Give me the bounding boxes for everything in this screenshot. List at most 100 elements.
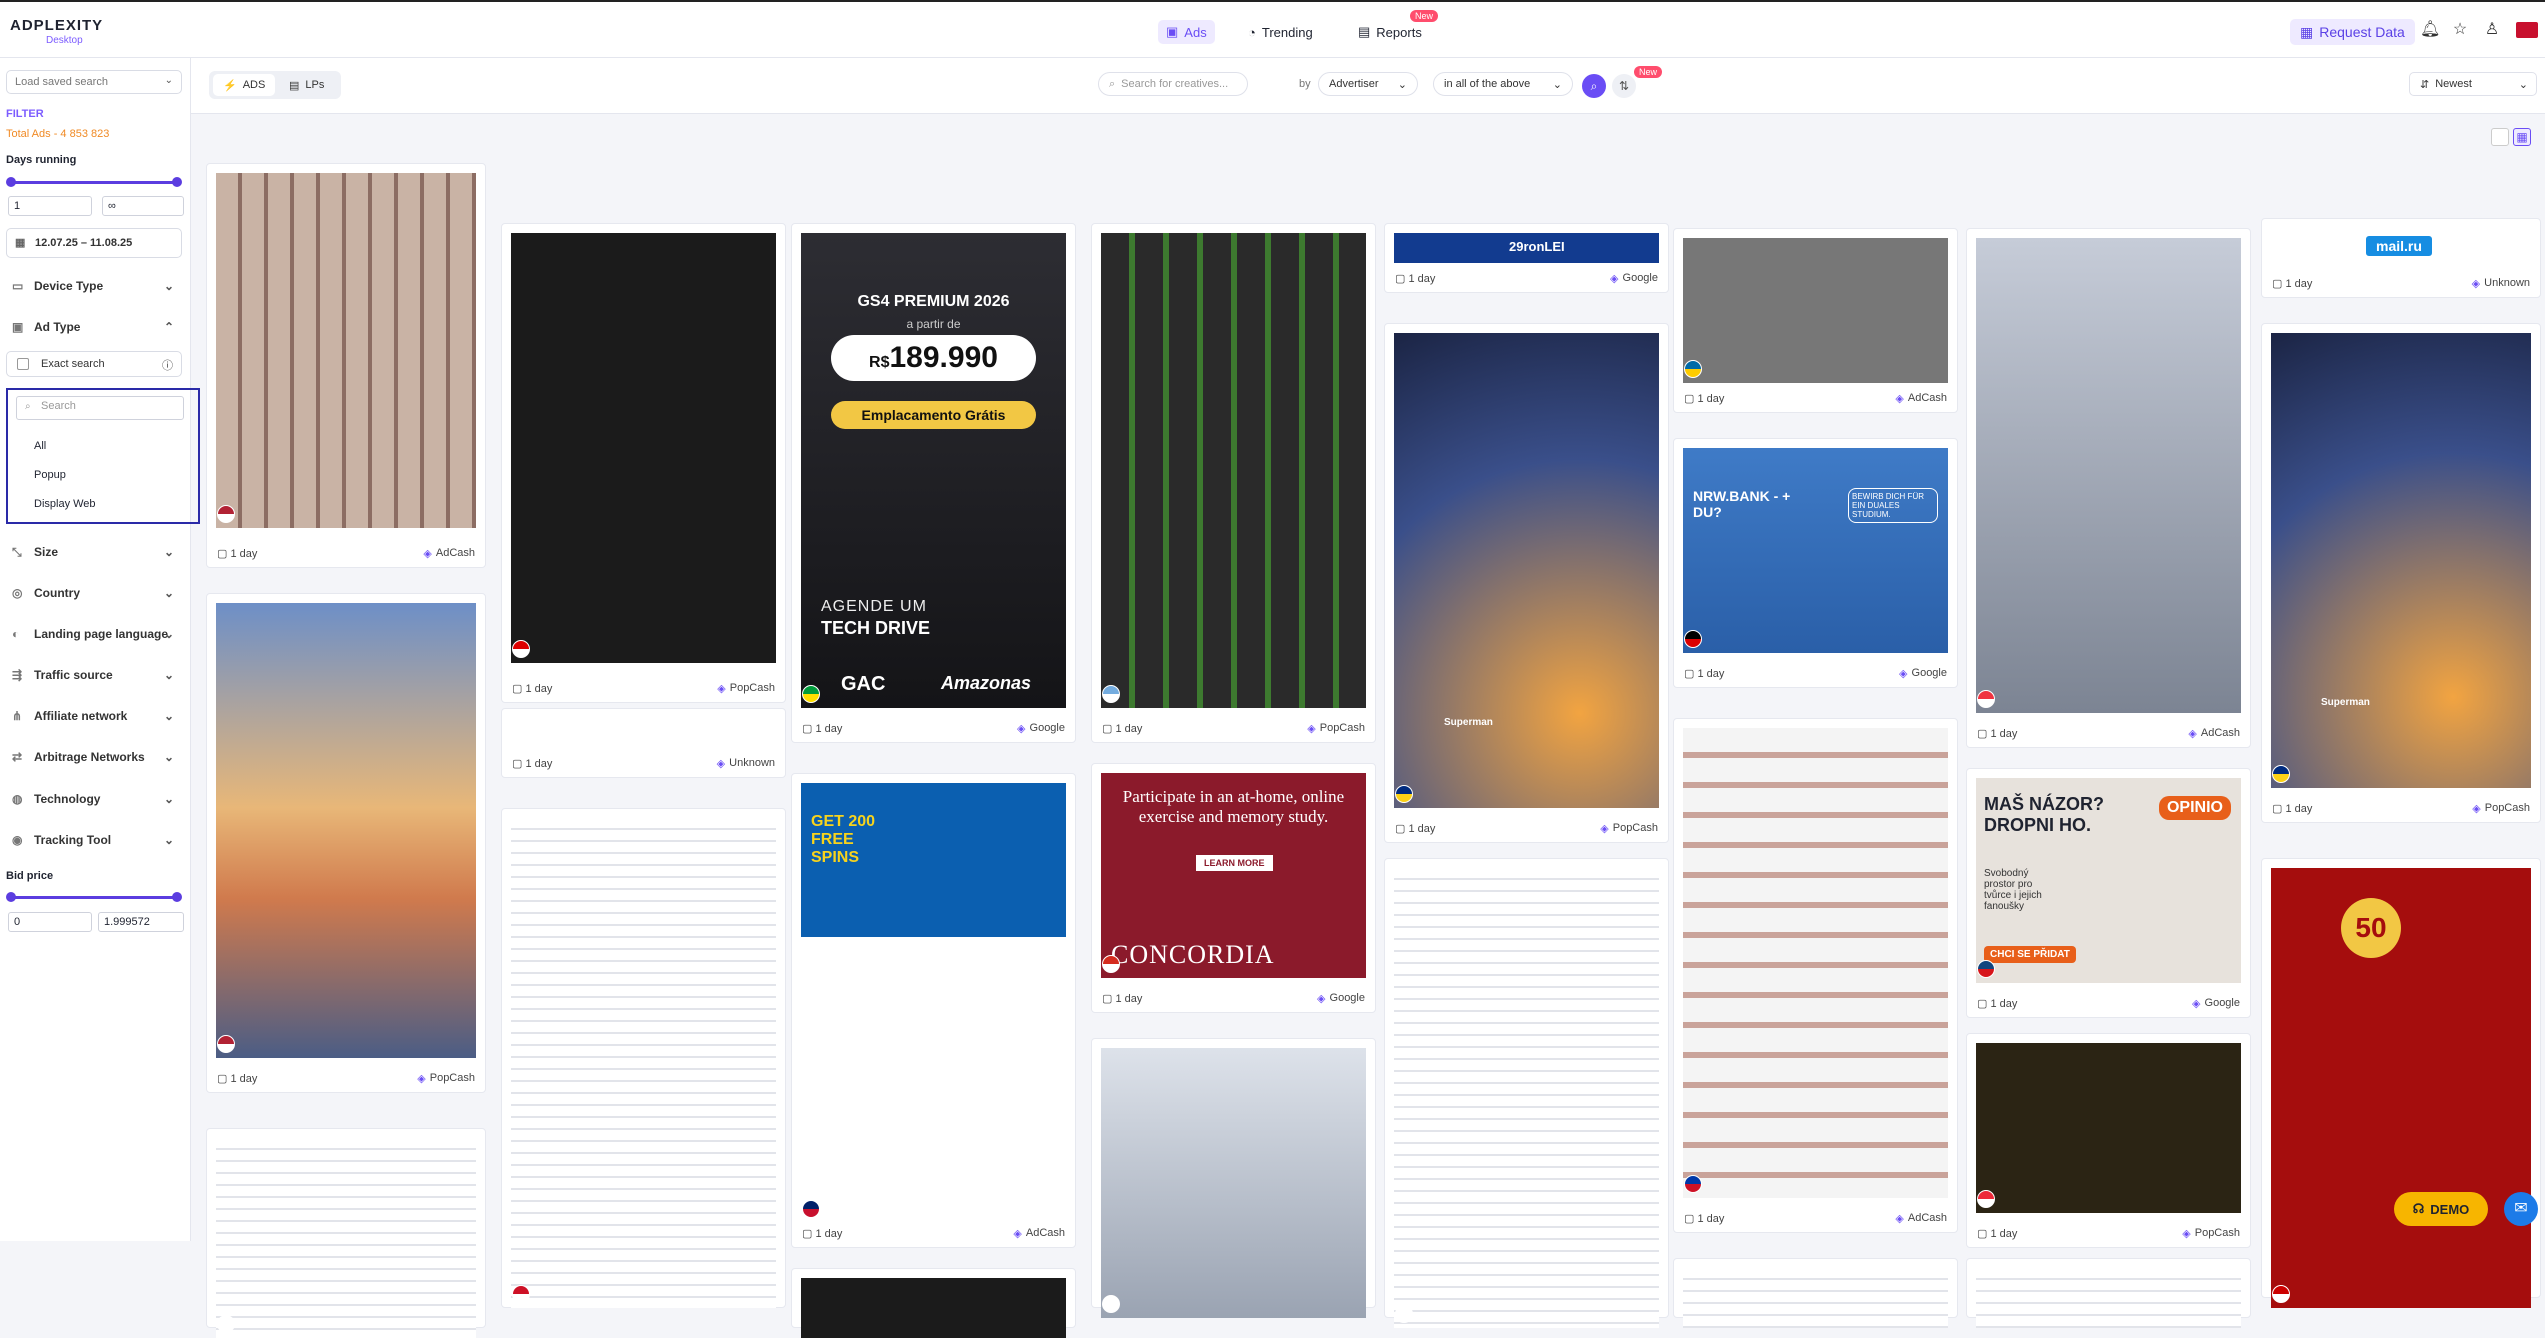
ad-card[interactable]: ▢ 1 day ◈ AdCash [1966, 228, 2251, 748]
list-view-button[interactable] [2491, 128, 2509, 146]
ad-thumbnail[interactable] [1976, 1268, 2241, 1328]
ad-thumbnail[interactable] [1683, 238, 1948, 383]
ad-type-search-input[interactable]: ⌕ Search [16, 396, 184, 420]
bid-price-slider[interactable] [6, 892, 182, 902]
bid-min-input[interactable]: 0 [8, 912, 92, 932]
section-size[interactable]: ⤡ Size ⌄ [6, 538, 182, 566]
slider-min-handle[interactable] [6, 892, 16, 902]
date-range-picker[interactable]: ▦ 12.07.25 – 11.08.25 [6, 228, 182, 258]
ad-thumbnail[interactable] [511, 233, 776, 663]
match-mode-select[interactable]: in all of the above ⌄ [1433, 72, 1573, 96]
nav-ads[interactable]: ▣ Ads [1158, 20, 1215, 44]
ad-card[interactable]: 29ronLEI ▢ 1 day ◈ Google [1384, 223, 1669, 293]
ad-card[interactable]: Superman ▢ 1 day ◈ PopCash [2261, 323, 2541, 823]
nav-reports[interactable]: ▤ Reports [1350, 20, 1430, 44]
ad-thumbnail[interactable] [1976, 1043, 2241, 1213]
ad-card[interactable]: ▢ 1 day ◈ PopCash [1966, 1033, 2251, 1248]
section-affiliate-network[interactable]: ⋔ Affiliate network ⌄ [6, 702, 182, 730]
ad-card[interactable] [1384, 858, 1669, 1328]
section-landing-page-language[interactable]: ◐ Landing page language ⌄ [6, 620, 182, 648]
ad-card[interactable]: ▢ 1 day ◈ AdCash [1673, 718, 1958, 1233]
advanced-filter-button[interactable]: ⇅ [1612, 74, 1636, 98]
ad-card[interactable]: NRW.BANK - + DU? BEWIRB DICH FÜR EIN DUAL… [1673, 438, 1958, 688]
saved-search-select[interactable]: Load saved search ⌄ [6, 70, 182, 94]
ad-thumbnail[interactable]: 50 [2271, 868, 2531, 1308]
slider-min-handle[interactable] [6, 177, 16, 187]
section-ad-type[interactable]: ▣ Ad Type ⌃ [6, 313, 182, 341]
ad-card[interactable]: ▢ 1 day ◈ AdCash [1673, 228, 1958, 413]
search-field-select[interactable]: Advertiser ⌄ [1318, 72, 1418, 96]
grid-view-button[interactable]: ▦ [2513, 128, 2531, 146]
ad-card[interactable]: Participate in an at-home, online exerci… [1091, 763, 1376, 1013]
user-icon[interactable]: ♙ [2483, 21, 2501, 39]
tab-ads[interactable]: ⚡ ADS [213, 74, 276, 96]
ad-card[interactable] [1673, 1258, 1958, 1328]
ad-thumbnail[interactable]: mail.ru [2271, 228, 2531, 263]
ad-thumbnail[interactable] [1101, 233, 1366, 708]
bid-max-input[interactable]: 1.999572 [98, 912, 184, 932]
ad-card[interactable] [501, 808, 786, 1308]
section-country[interactable]: ◎ Country ⌄ [6, 579, 182, 607]
ad-card[interactable]: mail.ru ▢ 1 day ◈ Unknown [2261, 218, 2541, 298]
days-max-input[interactable]: ∞ [102, 196, 184, 216]
ad-card[interactable]: ▢ 1 day ◈ Unknown [501, 708, 786, 778]
ad-thumbnail[interactable] [511, 818, 776, 1308]
ad-thumbnail[interactable]: MAŠ NÁZOR? DROPNI HO. OPINIO Svobodný pros… [1976, 778, 2241, 983]
ad-thumbnail[interactable] [1976, 238, 2241, 713]
ad-card[interactable]: GET 200 FREE SPINS ▢ 1 day ◈ AdCash [791, 773, 1076, 1248]
ad-thumbnail[interactable]: GET 200 FREE SPINS [801, 783, 1066, 1223]
section-traffic-source[interactable]: ⇶ Traffic source ⌄ [6, 661, 182, 689]
days-min-input[interactable]: 1 [8, 196, 92, 216]
ad-thumbnail[interactable]: NRW.BANK - + DU? BEWIRB DICH FÜR EIN DUAL… [1683, 448, 1948, 653]
ad-card[interactable] [791, 1268, 1076, 1338]
ad-thumbnail[interactable]: Superman [1394, 333, 1659, 808]
ad-card[interactable]: ▢ 1 day ◈ PopCash [501, 223, 786, 703]
ad-thumbnail[interactable] [216, 173, 476, 528]
ad-thumbnail[interactable] [1683, 1268, 1948, 1328]
tab-lps[interactable]: ▤ LPs [279, 74, 334, 96]
ad-card[interactable]: GS4 PREMIUM 2026 a partir de R$189.990 Empl… [791, 223, 1076, 743]
ad-card[interactable]: ▢ 1 day ◈ PopCash [1091, 223, 1376, 743]
exact-search-checkbox[interactable] [17, 358, 29, 370]
nav-trending[interactable]: ◔ Trending [1240, 20, 1321, 44]
section-arbitrage-networks[interactable]: ⇄ Arbitrage Networks ⌄ [6, 743, 182, 771]
ad-card[interactable] [1091, 1038, 1376, 1318]
bell-icon[interactable]: 🔔︎ [2420, 21, 2440, 39]
option-popup[interactable]: Popup [34, 469, 66, 481]
section-device-type[interactable]: ▭ Device Type ⌄ [6, 272, 182, 300]
ad-thumbnail[interactable]: Participate in an at-home, online exerci… [1101, 773, 1366, 978]
language-flag-icon[interactable] [2516, 22, 2538, 38]
slider-max-handle[interactable] [172, 177, 182, 187]
ad-thumbnail[interactable]: Superman [2271, 333, 2531, 788]
option-all[interactable]: All [34, 440, 46, 452]
request-data-button[interactable]: ▦ Request Data [2290, 19, 2415, 45]
ad-card[interactable]: 50 [2261, 858, 2541, 1308]
exact-search-toggle[interactable]: Exact search ⓘ [6, 351, 182, 377]
ad-card[interactable] [206, 1128, 486, 1338]
ad-thumbnail[interactable] [216, 603, 476, 1058]
option-display-web[interactable]: Display Web [34, 498, 96, 510]
chat-button[interactable]: ✉ [2504, 1192, 2538, 1226]
section-tracking-tool[interactable]: ◉ Tracking Tool ⌄ [6, 826, 182, 854]
ad-thumbnail[interactable] [1683, 728, 1948, 1198]
creative-search-input[interactable]: ⌕ Search for creatives... [1098, 72, 1248, 96]
star-icon[interactable]: ☆ [2451, 21, 2469, 39]
days-running-slider[interactable] [6, 177, 182, 187]
slider-max-handle[interactable] [172, 892, 182, 902]
ad-card[interactable]: MAŠ NÁZOR? DROPNI HO. OPINIO Svobodný pros… [1966, 768, 2251, 1018]
ad-card[interactable]: ▢ 1 day ◈ AdCash [206, 163, 486, 568]
ad-card[interactable]: Superman ▢ 1 day ◈ PopCash [1384, 323, 1669, 843]
demo-button[interactable]: ☊ DEMO [2394, 1192, 2488, 1226]
ad-card[interactable] [1966, 1258, 2251, 1328]
logo[interactable]: ADPLEXITY Desktop [10, 17, 103, 46]
ad-thumbnail[interactable] [1394, 868, 1659, 1328]
ad-thumbnail[interactable]: 29ronLEI [1394, 233, 1659, 263]
ad-thumbnail[interactable] [801, 1278, 1066, 1338]
ad-thumbnail[interactable] [216, 1138, 476, 1338]
section-technology[interactable]: ◍ Technology ⌄ [6, 785, 182, 813]
ad-thumbnail[interactable] [511, 718, 776, 748]
sort-select[interactable]: ⇵ Newest ⌄ [2409, 72, 2537, 96]
ad-thumbnail[interactable]: GS4 PREMIUM 2026 a partir de R$189.990 Empl… [801, 233, 1066, 708]
search-submit-button[interactable]: ⌕ [1582, 74, 1606, 98]
ad-card[interactable]: ▢ 1 day ◈ PopCash [206, 593, 486, 1093]
